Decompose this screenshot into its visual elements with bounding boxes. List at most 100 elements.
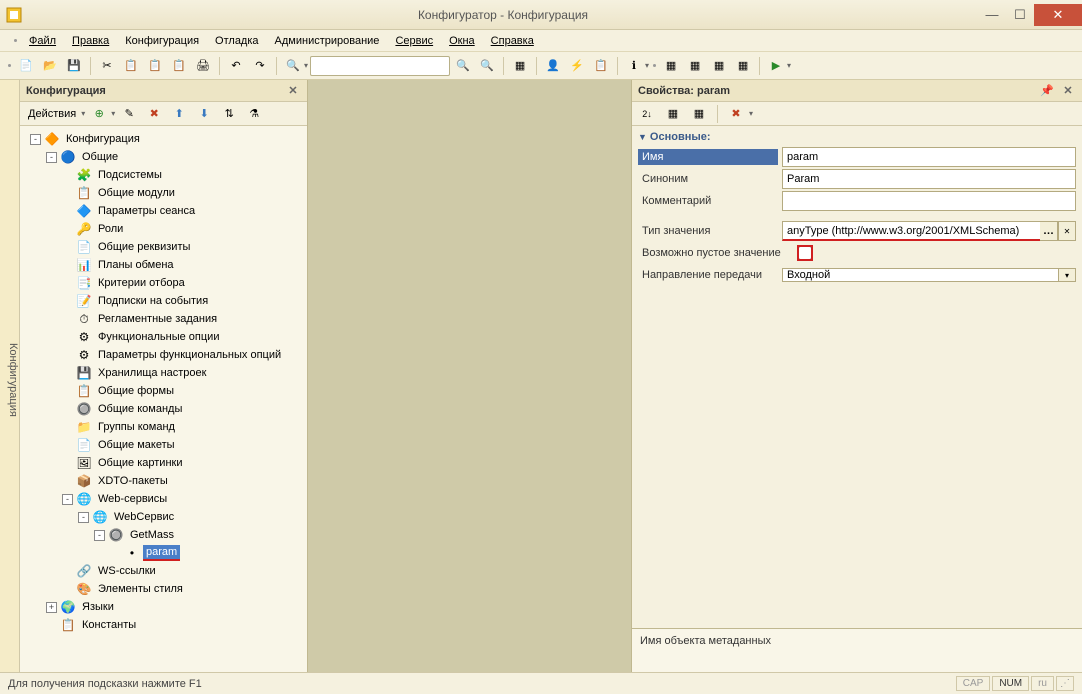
tree-row[interactable]: ⚙Параметры функциональных опций bbox=[22, 346, 305, 364]
menu-service[interactable]: Сервис bbox=[389, 33, 439, 49]
minimize-button[interactable]: — bbox=[978, 4, 1006, 26]
paste2-icon[interactable]: 📋 bbox=[168, 55, 190, 77]
panel-pin-icon[interactable]: 📌 bbox=[1040, 84, 1054, 97]
prop-input-type[interactable] bbox=[782, 221, 1040, 241]
syntax-icon[interactable]: ⚡ bbox=[566, 55, 588, 77]
sort-props-icon[interactable]: 2↓ bbox=[636, 103, 658, 125]
new-icon[interactable]: 📄 bbox=[15, 55, 37, 77]
tree-row[interactable]: -🔘GetMass bbox=[22, 526, 305, 544]
help-icon[interactable]: ℹ bbox=[623, 55, 645, 77]
copy-icon[interactable]: 📋 bbox=[120, 55, 142, 77]
prop-label-nullable[interactable]: Возможно пустое значение bbox=[638, 245, 794, 261]
prop-label-synonym[interactable]: Синоним bbox=[638, 171, 778, 187]
tree-row[interactable]: 📋Общие модули bbox=[22, 184, 305, 202]
tree-row[interactable]: 💾Хранилища настроек bbox=[22, 364, 305, 382]
props-icon[interactable]: 📋 bbox=[590, 55, 612, 77]
expand-icon[interactable]: - bbox=[78, 512, 89, 523]
prop-input-name[interactable] bbox=[782, 147, 1076, 167]
close-button[interactable]: ✕ bbox=[1034, 4, 1082, 26]
tree-row[interactable]: ⏱Регламентные задания bbox=[22, 310, 305, 328]
tree-row[interactable]: -🌐WebСервис bbox=[22, 508, 305, 526]
type-clear-button[interactable]: ✕ bbox=[1058, 221, 1076, 241]
prop-label-type[interactable]: Тип значения bbox=[638, 223, 778, 239]
expand-icon[interactable]: - bbox=[30, 134, 41, 145]
tree-row[interactable]: 📑Критерии отбора bbox=[22, 274, 305, 292]
type-ellipsis-button[interactable]: … bbox=[1040, 221, 1058, 241]
cut-icon[interactable]: ✂ bbox=[96, 55, 118, 77]
sort-icon[interactable]: ⇅ bbox=[218, 103, 240, 125]
direction-dropdown-button[interactable]: ▾ bbox=[1058, 268, 1076, 282]
clear-icon[interactable]: ✖ bbox=[725, 103, 747, 125]
up-icon[interactable]: ⬆ bbox=[168, 103, 190, 125]
menu-admin[interactable]: Администрирование bbox=[269, 33, 386, 49]
config-tree[interactable]: -🔶Конфигурация-🔵Общие🧩Подсистемы📋Общие м… bbox=[20, 126, 307, 672]
undo-icon[interactable]: ↶ bbox=[225, 55, 247, 77]
run-user-icon[interactable]: 👤 bbox=[542, 55, 564, 77]
tree-row[interactable]: -🌐Web-сервисы bbox=[22, 490, 305, 508]
menu-help[interactable]: Справка bbox=[485, 33, 540, 49]
prop-input-comment[interactable] bbox=[782, 191, 1076, 211]
find-next-icon[interactable]: 🔍 bbox=[452, 55, 474, 77]
menu-file[interactable]: Файл bbox=[23, 33, 62, 49]
play-icon[interactable]: ▶ bbox=[765, 55, 787, 77]
tree-row[interactable]: •param bbox=[22, 544, 305, 562]
prop-label-comment[interactable]: Комментарий bbox=[638, 193, 778, 209]
tree-row[interactable]: 📄Общие реквизиты bbox=[22, 238, 305, 256]
down-icon[interactable]: ⬇ bbox=[193, 103, 215, 125]
tree-row[interactable]: ⚙Функциональные опции bbox=[22, 328, 305, 346]
expand-icon[interactable]: - bbox=[46, 152, 57, 163]
find-icon[interactable]: 🔍 bbox=[282, 55, 304, 77]
panel-close-icon[interactable]: ✕ bbox=[285, 83, 301, 99]
tree-row[interactable]: 🔷Параметры сеанса bbox=[22, 202, 305, 220]
sidebar-tab-config[interactable]: Конфигурация bbox=[0, 80, 20, 672]
tree-row[interactable]: 📋Константы bbox=[22, 616, 305, 634]
add-icon[interactable]: ⊕ bbox=[88, 103, 110, 125]
tree-row[interactable]: 📄Общие макеты bbox=[22, 436, 305, 454]
tree-row[interactable]: -🔶Конфигурация bbox=[22, 130, 305, 148]
save-icon[interactable]: 💾 bbox=[63, 55, 85, 77]
search-input[interactable] bbox=[310, 56, 450, 76]
properties-close-icon[interactable]: ✕ bbox=[1060, 83, 1076, 99]
prop-label-direction[interactable]: Направление передачи bbox=[638, 267, 778, 283]
prop-check-nullable[interactable] bbox=[798, 246, 812, 260]
tree-row[interactable]: 📝Подписки на события bbox=[22, 292, 305, 310]
actions-menu[interactable]: Действия bbox=[24, 108, 80, 120]
icon-c[interactable]: ▦ bbox=[708, 55, 730, 77]
expand-icon[interactable]: - bbox=[62, 494, 73, 505]
grid-icon[interactable]: ▦ bbox=[509, 55, 531, 77]
filter-icon[interactable]: ⚗ bbox=[243, 103, 265, 125]
delete-icon[interactable]: ✖ bbox=[143, 103, 165, 125]
section-main[interactable]: ▼ Основные: bbox=[638, 128, 1076, 146]
tree-row[interactable]: 🔗WS-ссылки bbox=[22, 562, 305, 580]
icon-a[interactable]: ▦ bbox=[660, 55, 682, 77]
alpha-icon[interactable]: ▦ bbox=[688, 103, 710, 125]
icon-b[interactable]: ▦ bbox=[684, 55, 706, 77]
prop-input-synonym[interactable] bbox=[782, 169, 1076, 189]
tree-row[interactable]: 📁Группы команд bbox=[22, 418, 305, 436]
prop-input-direction[interactable] bbox=[782, 268, 1058, 282]
prop-label-name[interactable]: Имя bbox=[638, 149, 778, 165]
category-icon[interactable]: ▦ bbox=[662, 103, 684, 125]
paste-icon[interactable]: 📋 bbox=[144, 55, 166, 77]
find-prev-icon[interactable]: 🔍 bbox=[476, 55, 498, 77]
menu-config[interactable]: Конфигурация bbox=[119, 33, 205, 49]
maximize-button[interactable]: ☐ bbox=[1006, 4, 1034, 26]
icon-d[interactable]: ▦ bbox=[732, 55, 754, 77]
open-icon[interactable]: 📂 bbox=[39, 55, 61, 77]
edit-icon[interactable]: ✎ bbox=[118, 103, 140, 125]
redo-icon[interactable]: ↷ bbox=[249, 55, 271, 77]
menu-windows[interactable]: Окна bbox=[443, 33, 481, 49]
menu-edit[interactable]: Правка bbox=[66, 33, 115, 49]
menu-debug[interactable]: Отладка bbox=[209, 33, 264, 49]
expand-icon[interactable]: - bbox=[94, 530, 105, 541]
tree-row[interactable]: -🔵Общие bbox=[22, 148, 305, 166]
tree-row[interactable]: 🔘Общие команды bbox=[22, 400, 305, 418]
tree-row[interactable]: 🔑Роли bbox=[22, 220, 305, 238]
tree-row[interactable]: 📋Общие формы bbox=[22, 382, 305, 400]
print-icon[interactable]: 🖨 bbox=[192, 55, 214, 77]
tree-row[interactable]: 🧩Подсистемы bbox=[22, 166, 305, 184]
tree-row[interactable]: 🎨Элементы стиля bbox=[22, 580, 305, 598]
tree-row[interactable]: 🖼Общие картинки bbox=[22, 454, 305, 472]
tree-row[interactable]: 📊Планы обмена bbox=[22, 256, 305, 274]
tree-row[interactable]: 📦XDTO-пакеты bbox=[22, 472, 305, 490]
